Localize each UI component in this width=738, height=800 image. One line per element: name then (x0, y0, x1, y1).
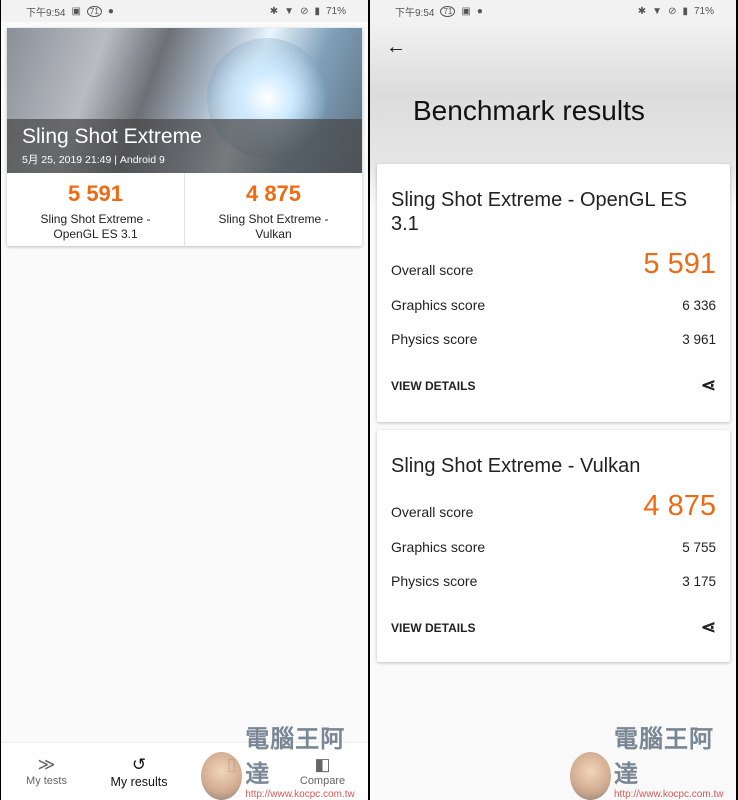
share-icon[interactable]: ⋖ (701, 617, 716, 638)
history-icon: ↺ (131, 755, 147, 774)
view-details-button[interactable]: VIEW DETAILS (391, 379, 475, 393)
share-icon[interactable]: ⋖ (701, 375, 716, 396)
mascot-logo (570, 752, 611, 800)
battery-level: 71% (325, 5, 346, 17)
physics-score: 3 175 (682, 574, 716, 589)
score-opengl[interactable]: 5 591 Sling Shot Extreme - OpenGL ES 3.1 (7, 173, 184, 246)
result-card-vulkan: Sling Shot Extreme - Vulkan Overall scor… (377, 430, 730, 662)
wifi-icon: ▼ (284, 5, 295, 17)
result-card-opengl: Sling Shot Extreme - OpenGL ES 3.1 Overa… (377, 164, 730, 422)
no-sim-icon: ⊘ (300, 5, 309, 17)
card-title: Sling Shot Extreme - Vulkan (391, 455, 641, 477)
time: 下午9:54 (26, 7, 66, 19)
image-icon: ▣ (71, 5, 81, 17)
test-date: 5月 25, 2019 21:49 | Android 9 (22, 154, 165, 166)
battery-icon: ▮ (682, 5, 688, 17)
overall-score: 5 591 (643, 248, 716, 280)
card-title: Sling Shot Extreme - OpenGL ES 3.1 (391, 189, 688, 235)
overall-score: 4 875 (643, 490, 716, 522)
no-sim-icon: ⊘ (668, 5, 677, 17)
test-banner-image: Sling Shot Extreme 5月 25, 2019 21:49 | An… (7, 28, 362, 173)
results-list-screen: 下午9:54 ▣ 71 ● ✱ ▼ ⊘ ▮ 71% Sling Shot Extreme 5月 … (1, 0, 368, 800)
status-bar: 下午9:54 71 ▣ ● ✱ ▼ ⊘ ▮ 71% (370, 0, 736, 22)
view-details-button[interactable]: VIEW DETAILS (391, 621, 475, 635)
graphics-score: 5 755 (682, 540, 716, 555)
image-icon: ▣ (461, 5, 471, 17)
app-icon: ● (107, 5, 114, 17)
page-title: Benchmark results (413, 95, 645, 126)
watermark: 電腦王阿達 http://www.kocpc.com.tw (201, 719, 368, 800)
physics-score: 3 961 (682, 332, 716, 347)
tab-my-results[interactable]: ↺ My results (92, 743, 186, 800)
time: 下午9:54 (395, 7, 435, 19)
test-title: Sling Shot Extreme (22, 125, 202, 148)
sling-icon: ≫ (37, 755, 56, 774)
watermark: 電腦王阿達 http://www.kocpc.com.tw (570, 719, 736, 800)
bluetooth-icon: ✱ (637, 5, 647, 17)
wifi-icon: ▼ (652, 5, 663, 17)
battery-icon: ▮ (314, 5, 320, 17)
result-card[interactable]: Sling Shot Extreme 5月 25, 2019 21:49 | An… (7, 28, 362, 246)
notification-badge: 71 (440, 5, 456, 17)
app-icon: ● (476, 5, 483, 17)
mascot-logo (201, 752, 243, 800)
status-bar: 下午9:54 ▣ 71 ● ✱ ▼ ⊘ ▮ 71% (1, 0, 368, 22)
tab-my-tests[interactable]: ≫ My tests (1, 743, 92, 800)
benchmark-results-screen: 下午9:54 71 ▣ ● ✱ ▼ ⊘ ▮ 71% ← Benchmark results S… (370, 0, 737, 800)
bluetooth-icon: ✱ (269, 5, 279, 17)
graphics-score: 6 336 (682, 298, 716, 313)
notification-badge: 71 (86, 5, 102, 17)
back-arrow-icon[interactable]: ← (386, 36, 406, 59)
battery-level: 71% (693, 5, 714, 17)
score-vulkan[interactable]: 4 875 Sling Shot Extreme - Vulkan (184, 173, 362, 246)
